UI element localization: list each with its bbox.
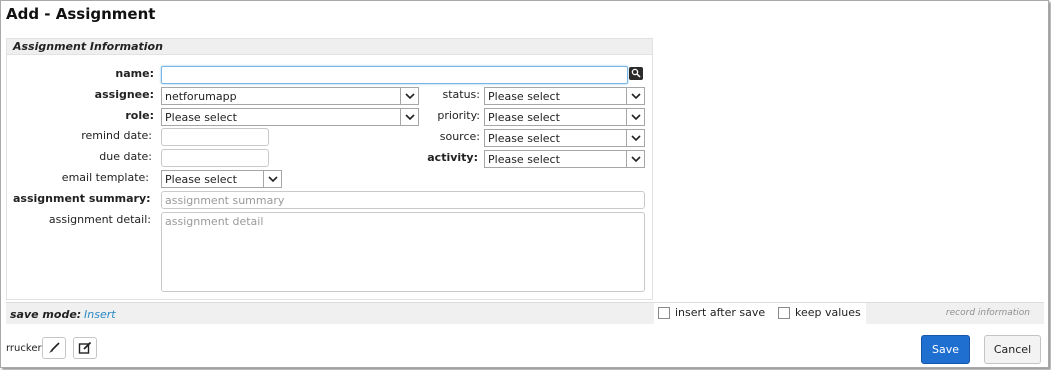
role-value: Please select	[165, 111, 237, 124]
keep-values-checkbox[interactable]	[778, 307, 790, 319]
assignee-value: netforumapp	[165, 90, 237, 103]
username: rrucker	[6, 343, 42, 354]
status-select[interactable]: Please select	[484, 87, 645, 105]
insert-after-save-checkbox[interactable]	[658, 307, 670, 319]
chevron-down-icon	[263, 171, 281, 187]
activity-value: Please select	[488, 153, 560, 166]
cancel-button[interactable]: Cancel	[984, 335, 1041, 364]
keep-values-label: keep values	[795, 306, 861, 319]
chevron-down-icon	[626, 130, 644, 146]
priority-select[interactable]: Please select	[484, 108, 645, 126]
role-select[interactable]: Please select	[161, 108, 419, 126]
source-select[interactable]: Please select	[484, 129, 645, 147]
priority-value: Please select	[488, 111, 560, 124]
source-value: Please select	[488, 132, 560, 145]
brush-button[interactable]	[42, 337, 66, 359]
name-lookup-button[interactable]	[629, 67, 643, 80]
name-label: name:	[115, 67, 154, 80]
assignment-detail-textarea[interactable]: assignment detail	[161, 212, 645, 292]
email-template-value: Please select	[165, 173, 237, 186]
brush-icon	[49, 342, 60, 353]
name-input[interactable]	[161, 66, 628, 84]
section-header: Assignment Information	[7, 39, 652, 55]
assignee-select[interactable]: netforumapp	[161, 87, 419, 105]
chevron-down-icon	[626, 88, 644, 104]
assignment-detail-label: assignment detail:	[48, 213, 151, 226]
record-information-link[interactable]: record information	[946, 308, 1030, 318]
email-template-select[interactable]: Please select	[161, 170, 282, 188]
save-mode-value: Insert	[84, 308, 116, 321]
activity-select[interactable]: Please select	[484, 150, 645, 168]
page-title: Add - Assignment	[6, 5, 156, 23]
due-date-input[interactable]	[161, 149, 269, 167]
status-value: Please select	[488, 90, 560, 103]
chevron-down-icon	[400, 88, 418, 104]
insert-after-save-label: insert after save	[675, 306, 766, 319]
source-label: source:	[439, 130, 480, 143]
email-template-label: email template:	[61, 171, 149, 184]
edit-icon	[78, 341, 92, 354]
chevron-down-icon	[626, 109, 644, 125]
activity-label: activity:	[427, 151, 478, 164]
save-button[interactable]: Save	[921, 335, 970, 364]
assignment-summary-input[interactable]: assignment summary	[161, 191, 645, 209]
edit-button[interactable]	[73, 337, 97, 359]
save-mode-bar: save mode: Insert insert after save keep…	[6, 302, 1044, 325]
priority-label: priority:	[437, 109, 480, 122]
remind-date-input[interactable]	[161, 128, 269, 146]
status-label: status:	[442, 88, 480, 101]
chevron-down-icon	[626, 151, 644, 167]
due-date-label: due date:	[99, 150, 152, 163]
detail-placeholder: assignment detail	[165, 215, 264, 228]
chevron-down-icon	[400, 109, 418, 125]
assignee-label: assignee:	[94, 88, 154, 101]
summary-placeholder: assignment summary	[165, 194, 285, 207]
role-label: role:	[125, 109, 154, 122]
save-options: insert after save keep values	[654, 303, 866, 325]
remind-date-label: remind date:	[81, 129, 152, 142]
assignment-summary-label: assignment summary:	[13, 192, 151, 205]
save-mode-label: save mode:	[10, 308, 82, 321]
search-icon	[631, 68, 641, 78]
